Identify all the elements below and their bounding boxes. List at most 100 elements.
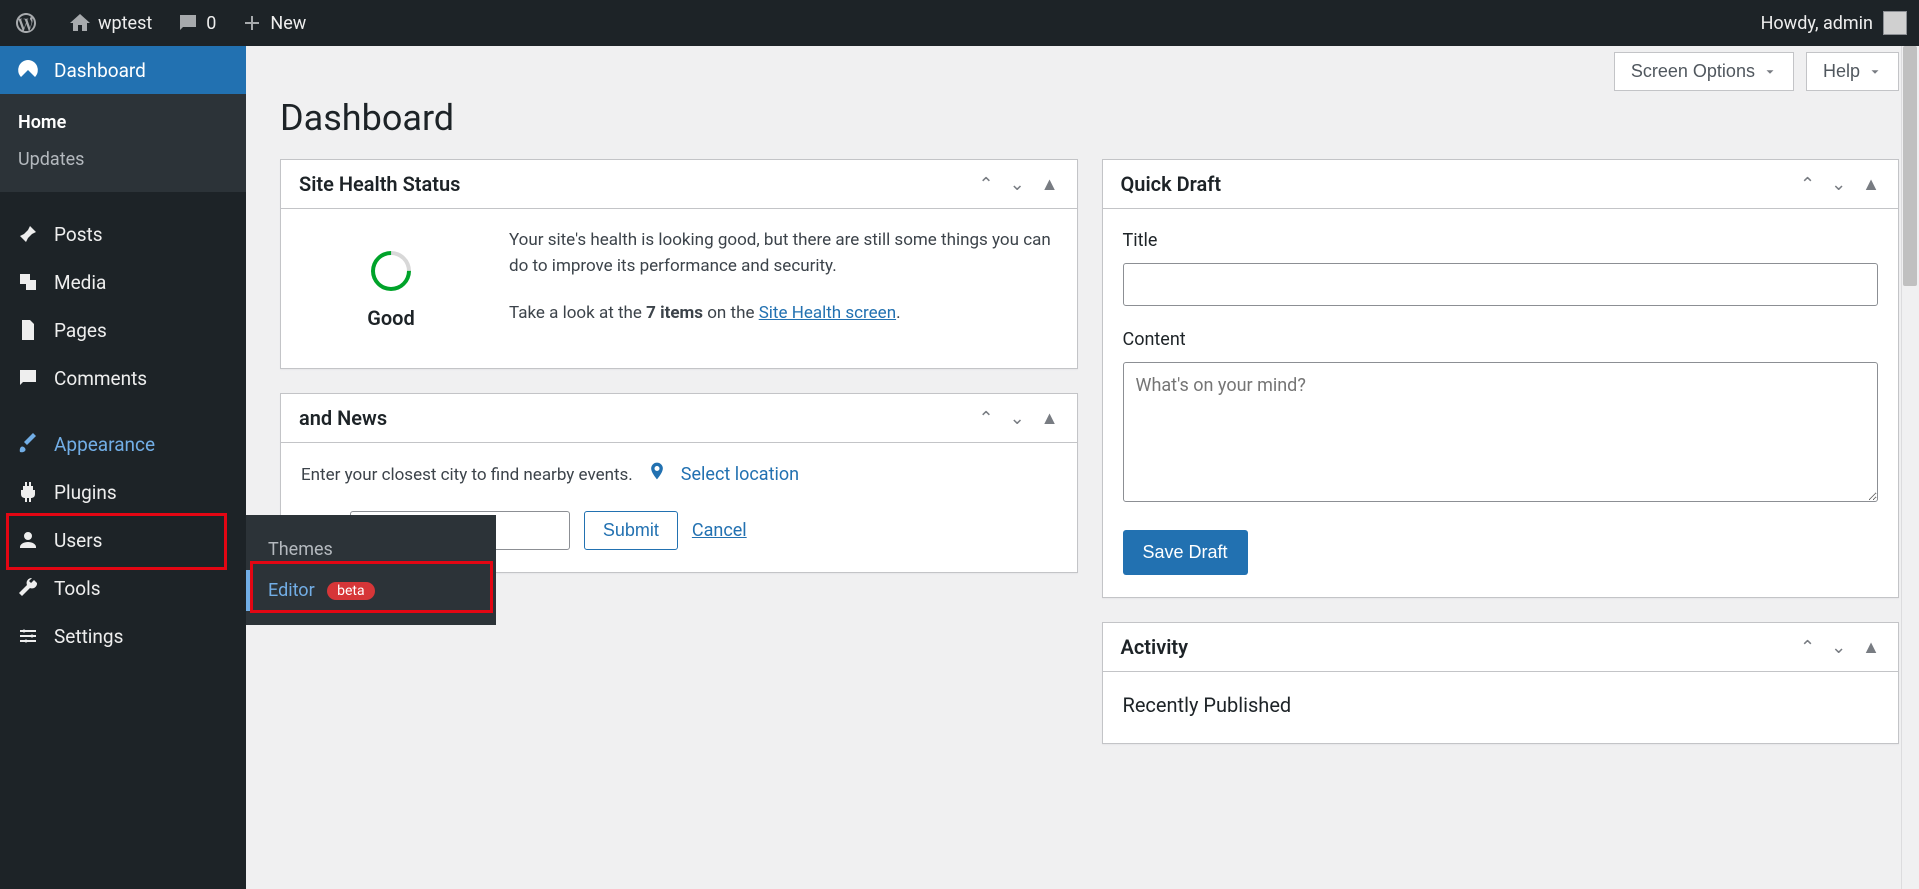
sidebar-item-media[interactable]: Media	[0, 258, 246, 306]
comments-link[interactable]: 0	[164, 0, 228, 46]
site-name-link[interactable]: wptest	[56, 0, 164, 46]
sidebar-item-pages[interactable]: Pages	[0, 306, 246, 354]
new-label: New	[270, 13, 306, 34]
chevron-down-icon	[1868, 65, 1882, 79]
sidebar-item-users[interactable]: Users	[0, 516, 246, 564]
site-name-text: wptest	[98, 13, 152, 34]
dashboard-submenu: Home Updates	[0, 94, 246, 192]
sidebar-item-dashboard[interactable]: Dashboard	[0, 46, 246, 94]
beta-badge: beta	[327, 582, 374, 600]
panel-down-icon[interactable]: ⌄	[1010, 174, 1025, 195]
site-health-panel: Site Health Status ⌃ ⌄ ▲ Good Y	[280, 159, 1078, 369]
flyout-themes[interactable]: Themes	[246, 529, 496, 570]
quick-draft-title: Quick Draft	[1121, 172, 1222, 196]
wp-logo[interactable]	[2, 0, 56, 46]
admin-bar-left: wptest 0 New	[2, 0, 318, 46]
sidebar-item-plugins[interactable]: Plugins	[0, 468, 246, 516]
sidebar-plugins-label: Plugins	[54, 481, 117, 504]
comment-icon	[176, 11, 200, 35]
site-health-desc: Your site's health is looking good, but …	[509, 227, 1057, 280]
site-health-text: Your site's health is looking good, but …	[509, 227, 1057, 346]
site-health-followup: Take a look at the 7 items on the Site H…	[509, 300, 1057, 326]
panel-toggle-icon[interactable]: ▲	[1041, 174, 1059, 195]
activity-panel: Activity ⌃ ⌄ ▲ Recently Published	[1102, 622, 1900, 744]
site-health-controls: ⌃ ⌄ ▲	[978, 174, 1058, 195]
col-left: Site Health Status ⌃ ⌄ ▲ Good Y	[280, 159, 1078, 744]
pages-icon	[16, 318, 40, 342]
panel-up-icon[interactable]: ⌃	[978, 174, 993, 195]
media-icon	[16, 270, 40, 294]
sidebar-users-label: Users	[54, 529, 102, 552]
panel-up-icon[interactable]: ⌃	[1800, 174, 1815, 195]
screen-options-label: Screen Options	[1631, 61, 1755, 82]
sidebar-item-appearance[interactable]: Appearance	[0, 420, 246, 468]
home-icon	[68, 11, 92, 35]
dashboard-columns: Site Health Status ⌃ ⌄ ▲ Good Y	[280, 159, 1899, 744]
panel-up-icon[interactable]: ⌃	[1800, 637, 1815, 658]
quick-draft-head: Quick Draft ⌃ ⌄ ▲	[1103, 160, 1899, 209]
sidebar-item-settings[interactable]: Settings	[0, 612, 246, 660]
plus-icon	[240, 11, 264, 35]
sidebar-dashboard-label: Dashboard	[54, 59, 146, 82]
sidebar-settings-label: Settings	[54, 625, 123, 648]
site-health-title: Site Health Status	[299, 172, 460, 196]
avatar[interactable]	[1883, 11, 1907, 35]
flyout-editor[interactable]: Editor beta	[246, 570, 496, 611]
quick-draft-body: Title Content Save Draft	[1103, 209, 1899, 597]
sidebar-item-tools[interactable]: Tools	[0, 564, 246, 612]
panel-down-icon[interactable]: ⌄	[1831, 174, 1846, 195]
events-title: and News	[299, 406, 387, 430]
qd-content-label: Content	[1123, 326, 1879, 354]
site-health-link[interactable]: Site Health screen	[759, 303, 896, 323]
comments-icon	[16, 366, 40, 390]
brush-icon	[16, 432, 40, 456]
sidebar-item-posts[interactable]: Posts	[0, 210, 246, 258]
sidebar-item-comments[interactable]: Comments	[0, 354, 246, 402]
scrollbar-track[interactable]	[1901, 46, 1919, 889]
appearance-flyout: Themes Editor beta	[246, 515, 496, 625]
user-greeting[interactable]: Howdy, admin	[1761, 13, 1873, 34]
panel-down-icon[interactable]: ⌄	[1831, 637, 1846, 658]
site-health-row: Good Your site's health is looking good,…	[301, 227, 1057, 346]
site-health-body: Good Your site's health is looking good,…	[281, 209, 1077, 368]
sidebar-tools-label: Tools	[54, 577, 101, 600]
qd-content-textarea[interactable]	[1123, 362, 1879, 502]
select-location-link[interactable]: Select location	[681, 461, 799, 489]
sidebar-comments-label: Comments	[54, 367, 147, 390]
top-buttons: Screen Options Help	[280, 46, 1899, 91]
quick-draft-controls: ⌃ ⌄ ▲	[1800, 174, 1880, 195]
site-health-status: Good	[367, 303, 415, 334]
admin-bar-right: Howdy, admin	[1761, 11, 1917, 35]
panel-down-icon[interactable]: ⌄	[1010, 408, 1025, 429]
panel-toggle-icon[interactable]: ▲	[1041, 408, 1059, 429]
health-circle-icon	[363, 243, 420, 300]
panel-toggle-icon[interactable]: ▲	[1862, 174, 1880, 195]
new-content-link[interactable]: New	[228, 0, 318, 46]
submenu-updates[interactable]: Updates	[0, 141, 246, 178]
dashboard-icon	[16, 58, 40, 82]
activity-head: Activity ⌃ ⌄ ▲	[1103, 623, 1899, 672]
help-label: Help	[1823, 61, 1860, 82]
events-prompt: Enter your closest city to find nearby e…	[301, 462, 633, 488]
sidebar-posts-label: Posts	[54, 223, 103, 246]
quick-draft-panel: Quick Draft ⌃ ⌄ ▲ Title Content Save Dra…	[1102, 159, 1900, 598]
sidebar-pages-label: Pages	[54, 319, 107, 342]
panel-up-icon[interactable]: ⌃	[978, 408, 993, 429]
help-button[interactable]: Help	[1806, 52, 1899, 91]
panel-toggle-icon[interactable]: ▲	[1862, 637, 1880, 658]
screen-options-button[interactable]: Screen Options	[1614, 52, 1794, 91]
qd-title-label: Title	[1123, 227, 1879, 255]
submenu-home[interactable]: Home	[0, 104, 246, 141]
events-controls: ⌃ ⌄ ▲	[978, 408, 1058, 429]
activity-body: Recently Published	[1103, 672, 1899, 743]
wrench-icon	[16, 576, 40, 600]
admin-sidebar: Dashboard Home Updates Posts Media Pages…	[0, 46, 246, 889]
save-draft-button[interactable]: Save Draft	[1123, 530, 1248, 575]
main-content: Screen Options Help Dashboard Site Healt…	[246, 46, 1919, 889]
submit-button[interactable]: Submit	[584, 511, 678, 550]
qd-title-input[interactable]	[1123, 263, 1879, 306]
recently-published-heading: Recently Published	[1123, 690, 1879, 721]
pin-icon	[16, 222, 40, 246]
cancel-link[interactable]: Cancel	[692, 517, 747, 545]
scrollbar-thumb[interactable]	[1903, 46, 1917, 286]
